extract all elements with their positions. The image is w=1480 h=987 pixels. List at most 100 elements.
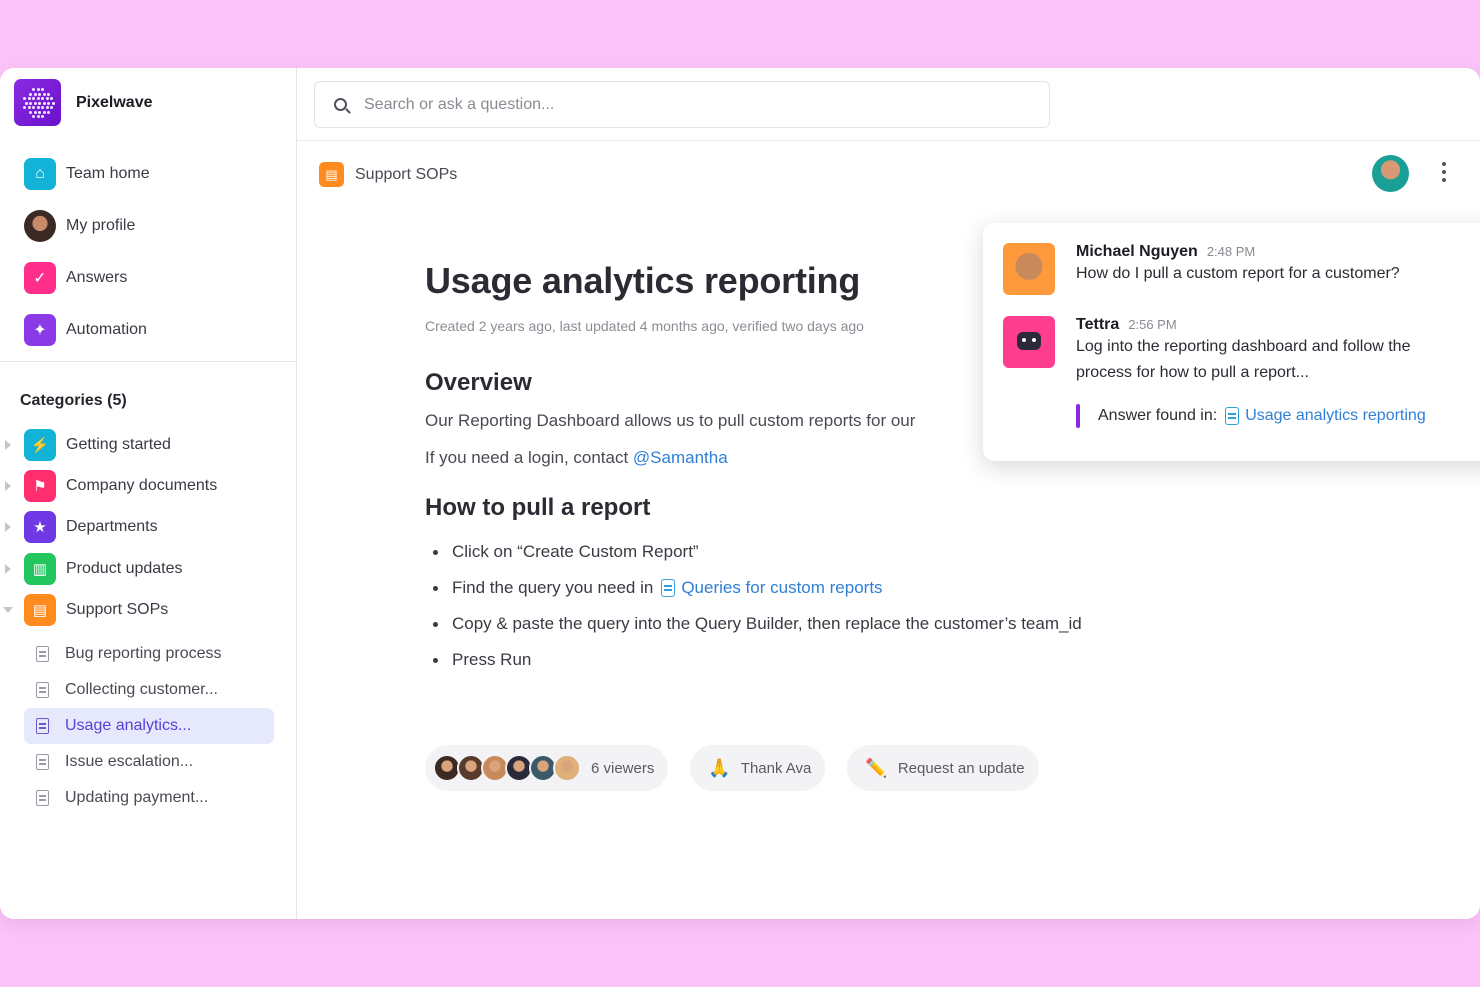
sparkle-icon: ✦ — [24, 314, 56, 346]
nav-item-label: Answers — [66, 269, 128, 286]
request-update-button[interactable]: ✏️ Request an update — [847, 745, 1039, 791]
brand[interactable]: Pixelwave — [14, 79, 153, 126]
breadcrumb[interactable]: ▤ Support SOPs — [319, 162, 457, 187]
praying-hands-icon: 🙏 — [708, 757, 731, 778]
viewer-avatars — [433, 754, 581, 782]
document-icon — [36, 682, 49, 698]
nav-item-team-home[interactable]: ⌂ Team home — [24, 148, 150, 200]
avatar — [24, 210, 56, 242]
thank-button[interactable]: 🙏 Thank Ava — [690, 745, 826, 791]
chat-message: Michael Nguyen 2:48 PM How do I pull a c… — [1003, 243, 1400, 295]
category-product-updates[interactable]: ▥ Product updates — [0, 548, 297, 589]
viewers-count: 6 viewers — [591, 759, 655, 777]
category-list: ⚡ Getting started ⚑ Company documents ★ … — [0, 424, 297, 630]
chevron-right-icon[interactable] — [5, 439, 11, 450]
category-label: Getting started — [66, 435, 171, 453]
chat-popup: Michael Nguyen 2:48 PM How do I pull a c… — [983, 223, 1480, 461]
search-icon — [334, 98, 347, 111]
nav-item-answers[interactable]: ✓ Answers — [24, 252, 150, 304]
cart-icon: ▤ — [319, 162, 344, 187]
list-item: Press Run — [433, 642, 1082, 678]
more-options-icon[interactable] — [1440, 160, 1448, 184]
thank-label: Thank Ava — [740, 759, 812, 777]
category-label: Company documents — [66, 476, 218, 494]
quote-bar — [1076, 404, 1080, 428]
app-window: Pixelwave ⌂ Team home My profile ✓ Answe… — [0, 68, 1480, 919]
doc-label: Updating payment... — [65, 789, 209, 806]
viewers-button[interactable]: 6 viewers — [425, 745, 669, 791]
chevron-right-icon[interactable] — [5, 522, 11, 533]
doc-label: Usage analytics... — [65, 717, 192, 734]
chevron-right-icon[interactable] — [5, 480, 11, 491]
login-paragraph: If you need a login, contact @Samantha — [425, 448, 728, 468]
doc-item-updating-payment[interactable]: Updating payment... — [24, 780, 274, 816]
timestamp: 2:56 PM — [1128, 317, 1177, 332]
steps-list: Click on “Create Custom Report” Find the… — [433, 534, 1082, 678]
document-icon — [36, 754, 49, 770]
doc-item-bug-reporting[interactable]: Bug reporting process — [24, 636, 274, 672]
category-label: Departments — [66, 518, 158, 536]
star-icon: ★ — [24, 511, 56, 544]
login-text: If you need a login, contact — [425, 448, 633, 467]
doc-item-issue-escalation[interactable]: Issue escalation... — [24, 744, 274, 780]
category-departments[interactable]: ★ Departments — [0, 507, 297, 548]
message-text: How do I pull a custom report for a cust… — [1076, 265, 1400, 282]
avatar[interactable] — [1372, 155, 1409, 192]
message-text-line: Log into the reporting dashboard and fol… — [1076, 338, 1411, 355]
category-label: Product updates — [66, 559, 183, 577]
step-text: Click on “Create Custom Report” — [452, 542, 699, 561]
list-item: Click on “Create Custom Report” — [433, 534, 1082, 570]
article-actions: 6 viewers 🙏 Thank Ava ✏️ Request an upda… — [425, 745, 1061, 791]
breadcrumb-label: Support SOPs — [355, 165, 458, 183]
document-icon — [1225, 407, 1240, 425]
request-label: Request an update — [897, 759, 1025, 777]
document-icon — [36, 790, 49, 806]
overview-heading: Overview — [425, 369, 532, 396]
category-company-documents[interactable]: ⚑ Company documents — [0, 465, 297, 506]
answer-link[interactable]: Usage analytics reporting — [1245, 407, 1426, 425]
queries-link[interactable]: Queries for custom reports — [681, 578, 882, 598]
map-icon: ▥ — [24, 552, 56, 585]
sender-name: Tettra — [1076, 316, 1120, 333]
chat-message: Tettra 2:56 PM Log into the reporting da… — [1003, 316, 1410, 386]
document-icon — [36, 646, 49, 662]
sidebar: Pixelwave ⌂ Team home My profile ✓ Answe… — [0, 68, 297, 919]
check-bubble-icon: ✓ — [24, 262, 56, 294]
category-label: Support SOPs — [66, 600, 169, 618]
category-support-sops[interactable]: ▤ Support SOPs — [0, 589, 297, 630]
mention-samantha[interactable]: @Samantha — [633, 448, 728, 467]
document-icon — [661, 579, 676, 597]
home-icon: ⌂ — [24, 158, 56, 190]
pencil-icon: ✏️ — [865, 757, 888, 778]
howto-heading: How to pull a report — [425, 494, 651, 521]
flag-icon: ⚑ — [24, 469, 56, 502]
step-text: Find the query you need in — [452, 578, 654, 597]
chevron-right-icon[interactable] — [5, 563, 11, 574]
nav-item-label: Team home — [66, 165, 150, 182]
step-text: Press Run — [452, 650, 532, 669]
doc-item-usage-analytics[interactable]: Usage analytics... — [24, 708, 274, 744]
cart-icon: ▤ — [24, 593, 56, 626]
avatar — [1003, 243, 1055, 295]
nav-item-my-profile[interactable]: My profile — [24, 200, 150, 252]
tettra-bot-avatar — [1003, 316, 1055, 368]
search-placeholder: Search or ask a question... — [364, 95, 555, 113]
step-text: Copy & paste the query into the Query Bu… — [452, 614, 1082, 633]
search-input[interactable]: Search or ask a question... — [314, 81, 1050, 128]
answer-label: Answer found in: — [1098, 407, 1218, 424]
nav-item-automation[interactable]: ✦ Automation — [24, 304, 150, 356]
nav-item-label: Automation — [66, 321, 147, 338]
message-text-line: process for how to pull a report... — [1076, 364, 1309, 381]
categories-title: Categories (5) — [20, 392, 127, 409]
doc-item-collecting-customer[interactable]: Collecting customer... — [24, 672, 274, 708]
doc-list: Bug reporting process Collecting custome… — [24, 636, 274, 816]
pixelwave-logo-icon — [14, 79, 61, 126]
answer-source: Answer found in: Usage analytics reporti… — [1076, 404, 1426, 428]
category-getting-started[interactable]: ⚡ Getting started — [0, 424, 297, 465]
chevron-down-icon[interactable] — [3, 606, 13, 613]
overview-text: Our Reporting Dashboard allows us to pul… — [425, 411, 916, 430]
doc-label: Issue escalation... — [65, 753, 194, 770]
document-icon — [36, 718, 49, 734]
message-body: Michael Nguyen 2:48 PM How do I pull a c… — [1076, 243, 1400, 295]
list-item: Copy & paste the query into the Query Bu… — [433, 606, 1082, 642]
